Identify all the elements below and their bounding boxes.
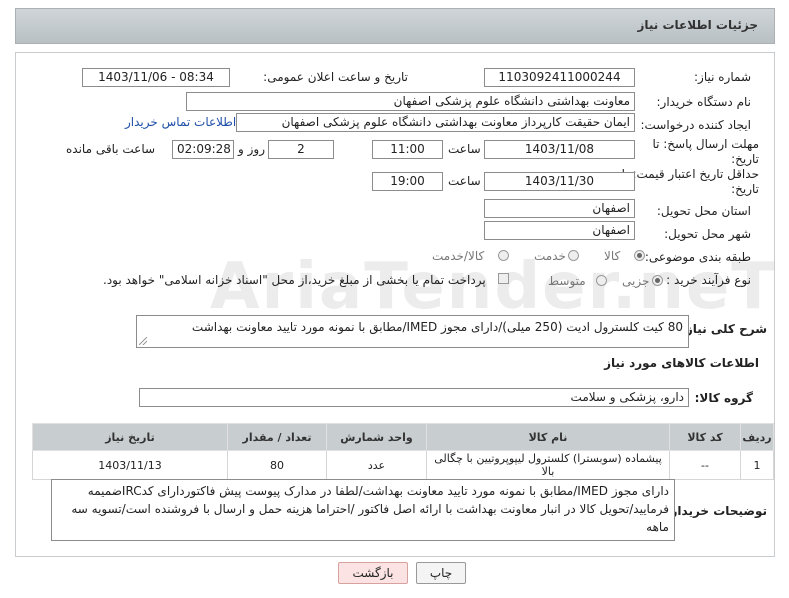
deadline-time-label: ساعت — [448, 142, 481, 156]
validity-label: حداقل تاریخ اعتبار قیمت: تا تاریخ: — [621, 167, 759, 196]
days-remaining-field: 2 — [268, 140, 334, 159]
table-cell: عدد — [326, 450, 427, 480]
column-header: نام کالا — [426, 423, 670, 451]
need-number-label: شماره نیاز: — [694, 70, 751, 84]
requester-field: ایمان حقیقت کارپرداز معاونت بهداشتی دانش… — [236, 113, 635, 132]
column-header: واحد شمارش — [326, 423, 427, 451]
back-button[interactable]: بازگشت — [338, 562, 408, 584]
buyer-notes-text: دارای مجوز IMED/مطابق با نمونه مورد تایی… — [71, 484, 669, 534]
process-type-label: نوع فرآیند خرید : — [666, 273, 751, 287]
goods-section-title: اطلاعات کالاهای مورد نیاز — [604, 356, 759, 370]
column-header: تعداد / مقدار — [227, 423, 327, 451]
category-goods-label: کالا — [604, 249, 621, 263]
goods-group-field: دارو، پزشکی و سلامت — [139, 388, 689, 407]
column-header: کد کالا — [669, 423, 741, 451]
summary-textarea[interactable]: 80 کیت کلسترول ادیت (250 میلی)/دارای مجو… — [136, 315, 689, 348]
summary-label: شرح کلی نیاز: — [681, 322, 767, 336]
requester-label: ایجاد کننده درخواست: — [640, 118, 751, 132]
process-minor-label: جزیی — [622, 274, 650, 288]
buyer-notes-label: توضیحات خریدار: — [665, 504, 767, 518]
column-header: ردیف — [740, 423, 774, 451]
remaining-time-field: 02:09:28 — [172, 140, 234, 159]
category-goods-service-label: کالا/خدمت — [432, 249, 485, 263]
table-cell: 1 — [740, 450, 774, 480]
category-service-radio[interactable] — [568, 250, 579, 261]
days-label: روز و — [238, 142, 265, 156]
column-header: تاریخ نیاز — [32, 423, 228, 451]
province-field: اصفهان — [484, 199, 635, 218]
print-button[interactable]: چاپ — [416, 562, 466, 584]
city-label: شهر محل تحویل: — [664, 227, 751, 241]
validity-date-field: 1403/11/30 — [484, 172, 635, 191]
table-cell: 1403/11/13 — [32, 450, 228, 480]
deadline-time-field: 11:00 — [372, 140, 443, 159]
validity-time-field: 19:00 — [372, 172, 443, 191]
process-medium-label: متوسط — [548, 274, 586, 288]
province-label: استان محل تحویل: — [656, 204, 751, 218]
summary-text: 80 کیت کلسترول ادیت (250 میلی)/دارای مجو… — [191, 320, 683, 334]
table-header-row: ردیف کد کالا نام کالا واحد شمارش تعداد /… — [32, 423, 774, 451]
process-medium-radio[interactable] — [596, 275, 607, 286]
table-cell: 80 — [227, 450, 327, 480]
table-row: 1 -- پیشماده (سوبسترا) کلسترول لیپوپروتی… — [32, 450, 774, 480]
page-header: جزئیات اطلاعات نیاز — [15, 8, 775, 44]
remaining-label: ساعت باقی مانده — [66, 142, 156, 156]
resize-grip[interactable] — [139, 337, 147, 345]
deadline-label: مهلت ارسال پاسخ: تا تاریخ: — [652, 137, 759, 166]
treasury-payment-checkbox[interactable] — [498, 273, 509, 284]
announce-field: 1403/11/06 - 08:34 — [82, 68, 230, 87]
buyer-org-field: معاونت بهداشتی دانشگاه علوم پزشکی اصفهان — [186, 92, 635, 111]
category-label: طبقه بندی موضوعی: — [644, 250, 751, 264]
announce-label: تاریخ و ساعت اعلان عمومی: — [263, 70, 408, 84]
buyer-org-label: نام دستگاه خریدار: — [656, 95, 752, 109]
table-cell: -- — [669, 450, 741, 480]
buyer-notes-textarea[interactable]: دارای مجوز IMED/مطابق با نمونه مورد تایی… — [51, 479, 675, 541]
city-field: اصفهان — [484, 221, 635, 240]
validity-time-label: ساعت — [448, 174, 481, 188]
process-minor-radio[interactable] — [652, 275, 663, 286]
treasury-payment-text: پرداخت تمام یا بخشی از مبلغ خرید،از محل … — [103, 273, 486, 287]
goods-group-label: گروه کالا: — [694, 391, 753, 405]
category-goods-service-radio[interactable] — [498, 250, 509, 261]
table-cell: پیشماده (سوبسترا) کلسترول لیپوپروتیین با… — [426, 450, 670, 480]
goods-table: ردیف کد کالا نام کالا واحد شمارش تعداد /… — [32, 423, 774, 480]
buyer-contact-link[interactable]: اطلاعات تماس خریدار — [125, 115, 236, 129]
category-goods-radio[interactable] — [634, 250, 645, 261]
category-service-label: خدمت — [534, 249, 566, 263]
page-title: جزئیات اطلاعات نیاز — [637, 18, 758, 32]
deadline-date-field: 1403/11/08 — [484, 140, 635, 159]
need-number-field: 1103092411000244 — [484, 68, 635, 87]
